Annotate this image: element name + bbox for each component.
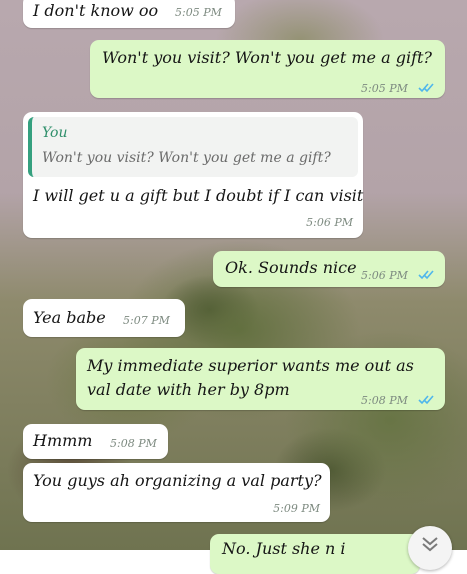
message-text: Won't you visit? Won't you get me a gift…	[102, 48, 432, 67]
message-meta: 5:05 PM	[361, 77, 435, 96]
double-check-icon	[418, 395, 434, 405]
message-incoming-reply[interactable]: You Won't you visit? Won't you get me a …	[23, 112, 363, 238]
message-text-line1: My immediate superior wants me out as	[87, 356, 414, 375]
message-incoming[interactable]: Hmmm 5:08 PM	[23, 424, 168, 459]
message-text-line2: val date with her by 8pm	[87, 380, 290, 399]
message-time: 5:06 PM	[306, 216, 353, 229]
message-time: 5:05 PM	[175, 6, 222, 19]
message-incoming[interactable]: You guys ah organizing a val party? 5:09…	[23, 463, 330, 522]
message-outgoing[interactable]: No. Just she n i	[210, 534, 420, 574]
message-time: 5:05 PM	[361, 82, 408, 95]
message-incoming[interactable]: I don't know oo 5:05 PM	[23, 0, 235, 28]
message-text: No. Just she n i	[222, 539, 346, 558]
scroll-to-bottom-button[interactable]	[408, 526, 452, 570]
message-text: I don't know oo	[33, 1, 159, 20]
message-outgoing[interactable]: Won't you visit? Won't you get me a gift…	[90, 40, 445, 98]
double-check-icon	[418, 83, 434, 93]
double-check-icon	[418, 270, 434, 280]
message-text: You guys ah organizing a val party?	[33, 471, 322, 490]
message-time: 5:08 PM	[110, 437, 157, 450]
quote-text: Won't you visit? Won't you get me a gift…	[42, 150, 331, 166]
message-text: Hmmm	[33, 431, 93, 450]
message-time: 5:06 PM	[361, 269, 408, 282]
quote-author: You	[42, 125, 68, 141]
message-text: I will get u a gift but I doubt if I can…	[33, 186, 364, 205]
message-text: Yea babe	[33, 308, 106, 327]
message-meta: 5:08 PM	[361, 389, 435, 408]
quoted-message[interactable]: You Won't you visit? Won't you get me a …	[28, 117, 358, 177]
message-time: 5:07 PM	[123, 314, 170, 327]
message-text: Ok. Sounds nice	[225, 258, 357, 277]
chevron-down-icon	[422, 537, 438, 552]
message-time: 5:08 PM	[361, 394, 408, 407]
message-time: 5:09 PM	[273, 502, 320, 515]
message-incoming[interactable]: Yea babe 5:07 PM	[23, 299, 185, 337]
message-meta: 5:06 PM	[361, 264, 435, 283]
message-outgoing[interactable]: Ok. Sounds nice 5:06 PM	[213, 251, 445, 287]
message-outgoing[interactable]: My immediate superior wants me out as va…	[76, 348, 445, 410]
